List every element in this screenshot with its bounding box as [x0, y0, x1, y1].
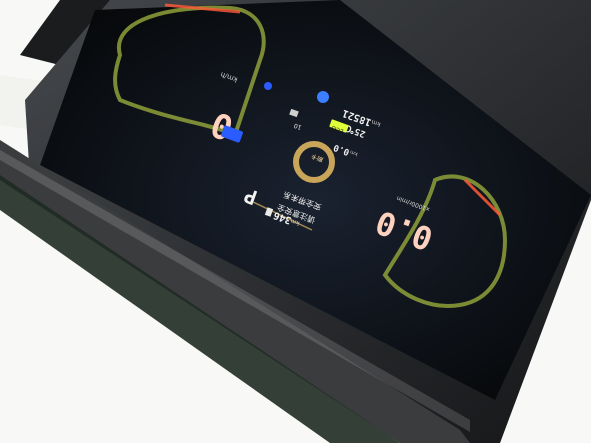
- seatbelt-icon: [317, 91, 329, 103]
- parking-lamp-icon: [264, 82, 272, 90]
- dashboard-photo: 0 km/h 0.0 x1000r/min 刷卡 18521 km 25℃ EC…: [0, 0, 591, 443]
